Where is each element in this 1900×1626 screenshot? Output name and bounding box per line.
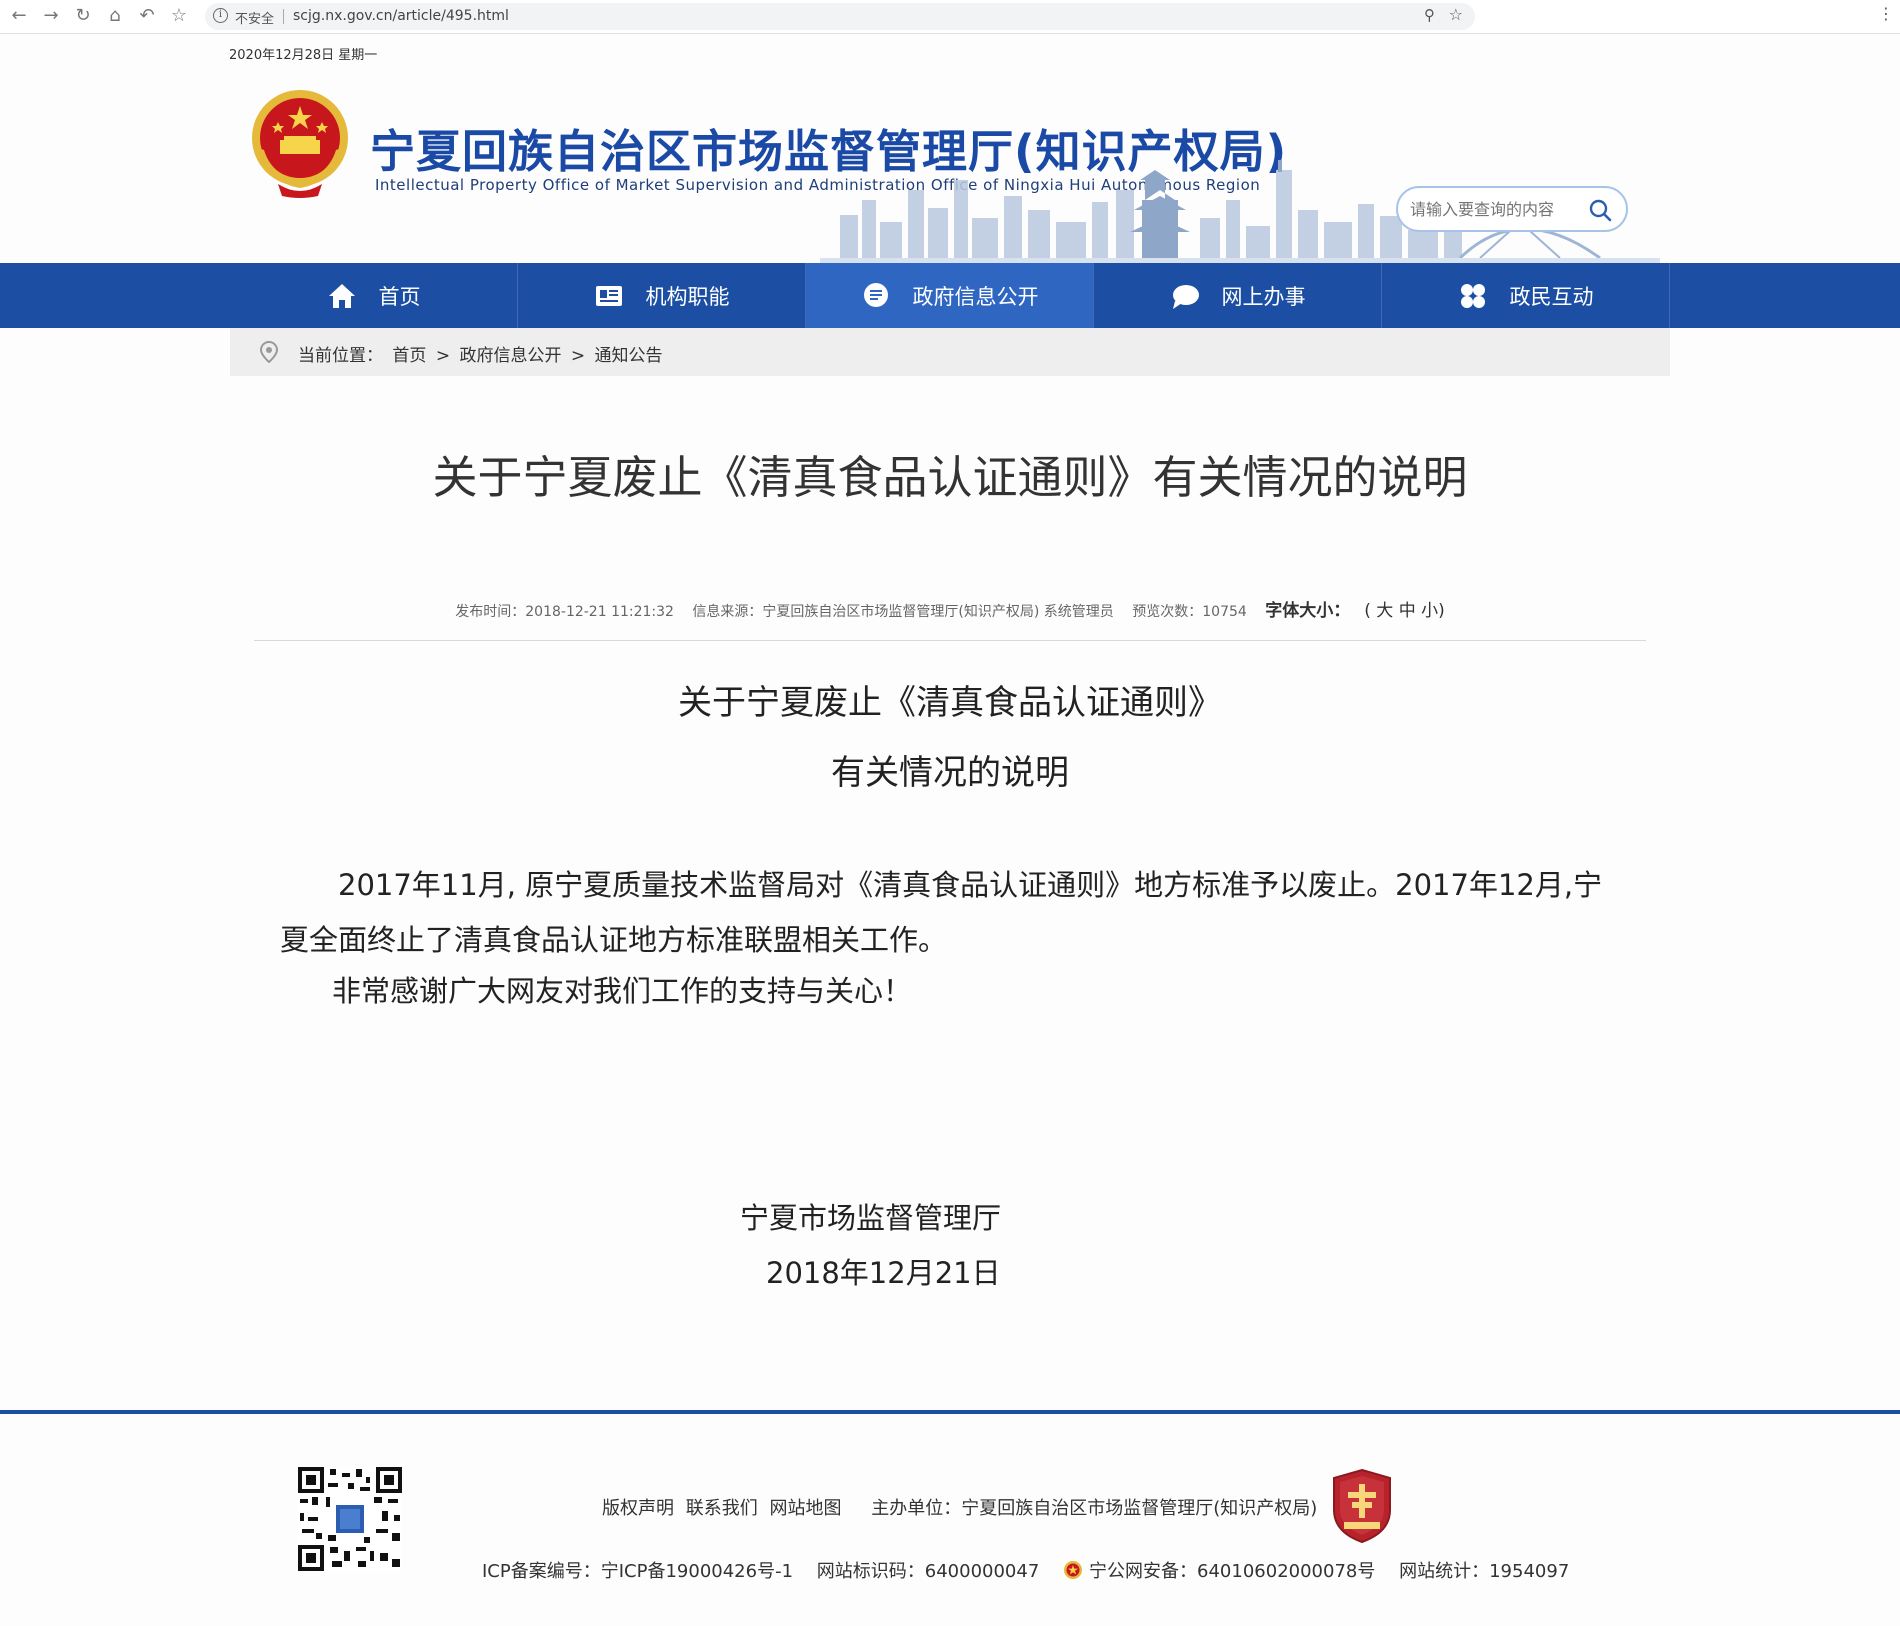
nav-item-interaction[interactable]: 政民互动: [1382, 263, 1670, 328]
icp-record[interactable]: ICP备案编号：宁ICP备19000426号-1: [482, 1561, 793, 1582]
url-text[interactable]: scjg.nx.gov.cn/article/495.html: [293, 8, 509, 24]
nav-label: 首页: [378, 284, 421, 309]
back-icon[interactable]: ←: [6, 3, 32, 29]
article-paragraph: 2017年11月, 原宁夏质量技术监督局对《清真食品认证通则》地方标准予以废止。…: [280, 868, 1603, 957]
police-badge-icon: [1064, 1561, 1083, 1579]
font-size-label: 字体大小：: [1265, 601, 1351, 621]
nav-item-online-service[interactable]: 网上办事: [1094, 263, 1382, 328]
document-bubble-icon: [861, 281, 891, 311]
national-emblem-icon: [252, 90, 348, 198]
current-date: 2020年12月28日 星期一: [229, 48, 378, 63]
footer-link-contact[interactable]: 联系我们: [686, 1498, 758, 1519]
address-separator: [283, 9, 284, 24]
grid-icon: [1458, 281, 1488, 311]
search-box[interactable]: [1396, 186, 1628, 232]
nav-label: 政民互动: [1509, 284, 1594, 309]
insecure-label: 不安全: [235, 12, 275, 27]
reload-icon[interactable]: ↻: [70, 3, 96, 29]
forward-icon[interactable]: →: [38, 3, 64, 29]
view-count: 预览次数：10754: [1132, 604, 1247, 620]
article-subtitle-line2: 有关情况的说明: [831, 753, 1069, 793]
footer-link-copyright[interactable]: 版权声明: [602, 1498, 674, 1519]
site-code: 网站标识码：6400000047: [816, 1561, 1040, 1582]
info-icon[interactable]: i: [213, 8, 228, 23]
nav-item-gov-info[interactable]: 政府信息公开: [806, 263, 1094, 328]
home-icon: [327, 281, 357, 311]
breadcrumb-gov-info[interactable]: 政府信息公开: [459, 346, 561, 366]
font-size-options[interactable]: ( 大 中 小): [1364, 601, 1444, 621]
browser-toolbar: ← → ↻ ⌂ ↶ ☆ i 不安全 scjg.nx.gov.cn/article…: [0, 0, 1900, 34]
police-record[interactable]: 宁公网安备：64010602000078号: [1089, 1561, 1375, 1582]
breadcrumb-prefix: 当前位置：: [298, 346, 383, 366]
nav-item-home[interactable]: 首页: [230, 263, 518, 328]
undo-icon[interactable]: ↶: [134, 3, 160, 29]
article-paragraph-thanks: 非常感谢广大网友对我们工作的支持与关心！: [332, 974, 913, 1008]
signature-date: 2018年12月21日: [766, 1256, 1001, 1290]
id-card-icon: [594, 281, 624, 311]
zoom-icon[interactable]: ⚲: [1424, 6, 1435, 24]
title-divider: [254, 640, 1646, 641]
nav-label: 机构职能: [645, 284, 730, 309]
address-bar[interactable]: i 不安全 scjg.nx.gov.cn/article/495.html ⚲ …: [205, 3, 1475, 30]
breadcrumb-separator: >: [435, 346, 451, 366]
breadcrumb-separator: >: [570, 346, 586, 366]
footer-links: 版权声明 联系我们 网站地图 主办单位：宁夏回族自治区市场监督管理厅(知识产权局…: [602, 1494, 1323, 1520]
nav-label: 网上办事: [1221, 284, 1306, 309]
breadcrumb: 当前位置： 首页 > 政府信息公开 > 通知公告: [230, 328, 1670, 376]
home-browser-icon[interactable]: ⌂: [102, 3, 128, 29]
footer-link-sitemap[interactable]: 网站地图: [769, 1498, 841, 1519]
article-title: 关于宁夏废止《清真食品认证通则》有关情况的说明: [432, 451, 1468, 504]
nav-label: 政府信息公开: [912, 284, 1039, 309]
search-icon[interactable]: [1588, 198, 1612, 222]
publish-time: 发布时间：2018-12-21 11:21:32: [455, 604, 674, 620]
more-menu-icon[interactable]: ⋮: [1878, 4, 1894, 23]
article-meta: 发布时间：2018-12-21 11:21:32 信息来源：宁夏回族自治区市场监…: [230, 596, 1670, 621]
bookmark-star-icon[interactable]: ☆: [166, 3, 192, 29]
qr-code-image: [298, 1467, 402, 1571]
star-icon[interactable]: ☆: [1449, 5, 1463, 24]
article-subtitle-line1: 关于宁夏废止《清真食品认证通则》: [678, 683, 1222, 723]
nav-item-organization[interactable]: 机构职能: [518, 263, 806, 328]
breadcrumb-home[interactable]: 首页: [392, 346, 426, 366]
footer-record-info: ICP备案编号：宁ICP备19000426号-1 网站标识码：640000004…: [482, 1557, 1587, 1583]
search-input[interactable]: [1410, 197, 1580, 221]
site-stats: 网站统计：1954097: [1399, 1561, 1570, 1582]
info-source: 信息来源：宁夏回族自治区市场监督管理厅(知识产权局) 系统管理员: [692, 604, 1114, 620]
chat-bubble-icon: [1170, 281, 1200, 311]
location-pin-icon: [260, 341, 278, 363]
main-nav: 首页 机构职能 政府信息公开 网上办事 政民互动: [0, 263, 1900, 328]
footer: [0, 1414, 1900, 1626]
signature-org: 宁夏市场监督管理厅: [740, 1201, 1002, 1235]
party-gov-badge-icon[interactable]: [1330, 1468, 1394, 1544]
breadcrumb-notices[interactable]: 通知公告: [595, 346, 663, 366]
footer-host: 主办单位：宁夏回族自治区市场监督管理厅(知识产权局): [871, 1498, 1318, 1519]
